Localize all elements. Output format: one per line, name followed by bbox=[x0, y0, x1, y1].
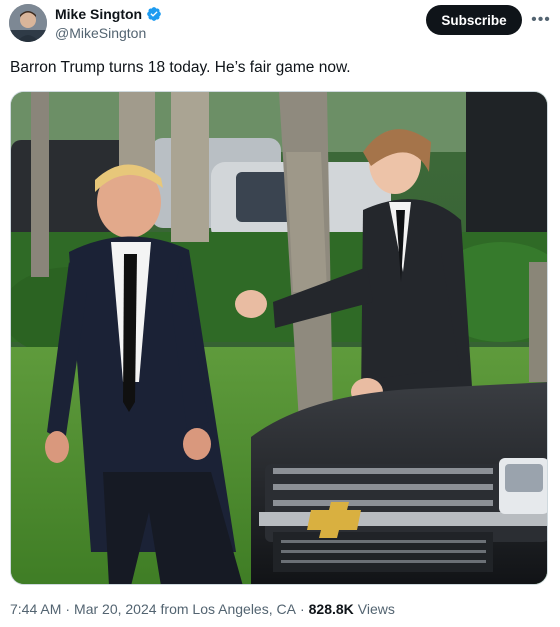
tweet-location: from Los Angeles, CA bbox=[160, 601, 296, 617]
verified-badge-icon bbox=[146, 6, 162, 22]
meta-separator: · bbox=[65, 601, 71, 617]
author-name-row: Mike Sington bbox=[55, 6, 162, 22]
tweet-date[interactable]: Mar 20, 2024 bbox=[74, 601, 157, 617]
tweet-meta: 7:44 AM · Mar 20, 2024 from Los Angeles,… bbox=[10, 601, 395, 617]
views-count[interactable]: 828.8K bbox=[309, 601, 354, 617]
author-avatar[interactable] bbox=[9, 4, 47, 42]
tweet-header: Mike Sington @MikeSington Subscribe ••• bbox=[0, 0, 560, 50]
tweet-time[interactable]: 7:44 AM bbox=[10, 601, 61, 617]
author-handle[interactable]: @MikeSington bbox=[55, 25, 146, 41]
author-display-name[interactable]: Mike Sington bbox=[55, 6, 142, 22]
subscribe-button[interactable]: Subscribe bbox=[426, 5, 522, 35]
tweet-text: Barron Trump turns 18 today. He’s fair g… bbox=[10, 59, 351, 76]
views-label: Views bbox=[357, 601, 395, 617]
tweet-photo[interactable] bbox=[10, 91, 548, 585]
meta-separator: · bbox=[299, 601, 305, 617]
more-horizontal-icon[interactable]: ••• bbox=[528, 8, 554, 32]
